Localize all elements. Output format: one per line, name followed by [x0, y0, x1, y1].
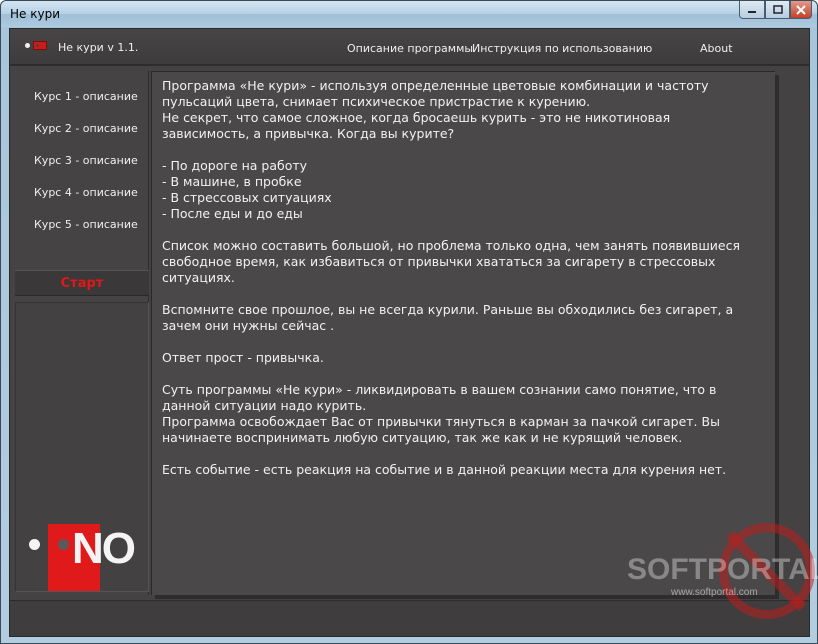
- watermark-url: www.softportal.com: [671, 587, 758, 598]
- title-bar[interactable]: Не кури: [1, 1, 817, 27]
- start-button[interactable]: Старт: [15, 270, 149, 296]
- text-line: Список можно составить большой, но пробл…: [162, 238, 740, 253]
- paragraph-conclusion: Есть событие - есть реакция на событие и…: [162, 462, 762, 478]
- sidebar-item-course-2[interactable]: Курс 2 - описание: [34, 122, 138, 135]
- paragraph-answer: Ответ прост - привычка.: [162, 350, 762, 366]
- text-line: Программа освобождает Вас от привычки тя…: [162, 414, 720, 429]
- text-line: ситуациях.: [162, 270, 235, 285]
- paragraph-past: Вспомните свое прошлое, вы не всегда кур…: [162, 302, 762, 334]
- sidebar-item-course-1[interactable]: Курс 1 - описание: [34, 90, 138, 103]
- description-text: Программа «Не кури» - используя определе…: [162, 78, 762, 494]
- sidebar: Курс 1 - описание Курс 2 - описание Курс…: [13, 71, 149, 595]
- softportal-watermark: SOFTPORTAL www.softportal.com: [621, 521, 818, 641]
- logo-white-dot-icon: [29, 539, 40, 550]
- description-panel: Программа «Не кури» - используя определе…: [151, 71, 775, 595]
- no-smoking-logo: NO: [27, 524, 137, 594]
- app-logo-icon: [33, 41, 47, 50]
- sidebar-item-course-4[interactable]: Курс 4 - описание: [34, 186, 138, 199]
- text-line: Программа «Не кури» - используя определе…: [162, 78, 709, 93]
- sidebar-item-course-3[interactable]: Курс 3 - описание: [34, 154, 138, 167]
- watermark-brand: SOFTPORTAL: [627, 553, 818, 586]
- text-line: пульсаций цвета, снимает психическое при…: [162, 94, 591, 109]
- list-item: - В стрессовых ситуациях: [162, 190, 332, 205]
- text-line: Суть программы «Не кури» - ликвидировать…: [162, 382, 717, 397]
- text-line: Вспомните свое прошлое, вы не всегда кур…: [162, 302, 734, 317]
- logo-gray-dot-icon: [58, 539, 69, 550]
- menu-description-link[interactable]: Описание программы: [347, 42, 473, 55]
- app-window: Не кури Не кури v 1.1. Описание программ…: [0, 0, 818, 644]
- list-item: - По дороге на работу: [162, 158, 308, 173]
- paragraph-essence: Суть программы «Не кури» - ликвидировать…: [162, 382, 762, 446]
- text-line: зачем они нужны сейчас .: [162, 318, 335, 333]
- text-line: зависимость, а привычка. Когда вы курите…: [162, 126, 455, 141]
- text-line: свободное время, как избавиться от привы…: [162, 254, 716, 269]
- minimize-icon: [748, 10, 756, 13]
- sidebar-item-course-5[interactable]: Курс 5 - описание: [34, 218, 138, 231]
- text-line: данной ситуации надо курить.: [162, 398, 367, 413]
- text-line: Ответ прост - привычка.: [162, 350, 324, 365]
- list-item: - В машине, в пробке: [162, 174, 302, 189]
- window-title: Не кури: [10, 7, 60, 21]
- list-item: - После еды и до еды: [162, 206, 303, 221]
- close-icon: [796, 4, 806, 15]
- maximize-icon: [772, 5, 783, 14]
- menu-about-link[interactable]: About: [700, 42, 733, 55]
- minimize-button[interactable]: [739, 1, 765, 19]
- paragraph-list: - По дороге на работу - В машине, в проб…: [162, 158, 762, 222]
- app-version-label: Не кури v 1.1.: [58, 41, 139, 54]
- maximize-button[interactable]: [765, 1, 790, 19]
- paragraph-problem: Список можно составить большой, но пробл…: [162, 238, 762, 286]
- text-line: Есть событие - есть реакция на событие и…: [162, 462, 727, 477]
- menu-instructions-link[interactable]: Инструкция по использованию: [472, 42, 652, 55]
- paragraph-intro: Программа «Не кури» - используя определе…: [162, 78, 762, 142]
- header-bar: Не кури v 1.1. Описание программы Инстру…: [10, 29, 809, 66]
- close-button[interactable]: [790, 1, 812, 19]
- logo-no-text: NO: [72, 524, 136, 573]
- text-line: Не секрет, что самое сложное, когда брос…: [162, 110, 671, 125]
- logo-dot-icon: [25, 43, 30, 48]
- text-line: начинаете воспринимать любую ситуацию, т…: [162, 430, 683, 445]
